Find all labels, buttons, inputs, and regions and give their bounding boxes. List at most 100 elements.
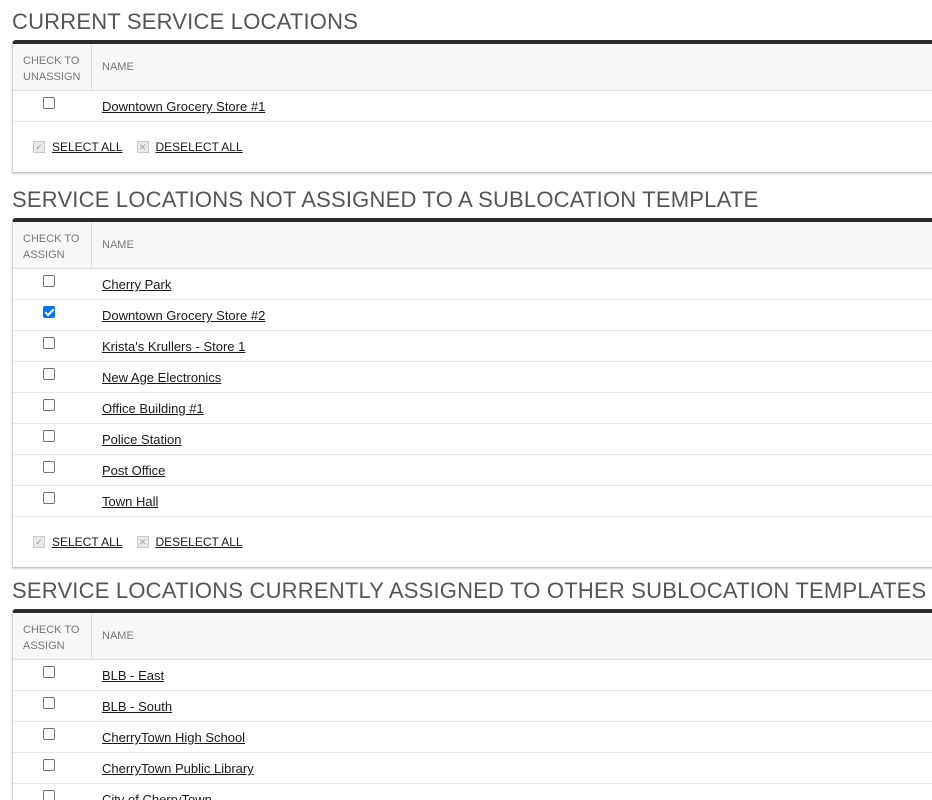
checkmark-icon: ✓ xyxy=(33,536,45,548)
table-row: Post Office xyxy=(13,455,932,486)
section-title-not-assigned: SERVICE LOCATIONS NOT ASSIGNED TO A SUBL… xyxy=(12,187,759,212)
table-footer: ✓ SELECT ALL ✕ DESELECT ALL xyxy=(13,517,932,567)
section-title-current: CURRENT SERVICE LOCATIONS xyxy=(12,9,359,34)
row-checkbox[interactable] xyxy=(43,666,55,678)
location-link[interactable]: Cherry Park xyxy=(102,277,171,292)
row-checkbox[interactable] xyxy=(43,368,55,380)
table-row: Office Building #1 xyxy=(13,393,932,424)
deselect-all-label: DESELECT ALL xyxy=(155,535,243,549)
location-link[interactable]: Downtown Grocery Store #2 xyxy=(102,308,265,323)
check-cell xyxy=(13,486,92,516)
table-footer: ✓ SELECT ALL ✕ DESELECT ALL xyxy=(13,122,932,172)
check-cell xyxy=(13,455,92,485)
row-checkbox[interactable] xyxy=(43,306,55,318)
check-cell xyxy=(13,331,92,361)
name-cell: CherryTown High School xyxy=(92,722,245,752)
row-checkbox[interactable] xyxy=(43,759,55,771)
column-header-check: CHECK TO ASSIGN xyxy=(13,222,92,268)
select-all-label: SELECT ALL xyxy=(52,535,123,549)
location-link[interactable]: Town Hall xyxy=(102,494,158,509)
check-cell xyxy=(13,753,92,783)
panel-current-locations: CHECK TO UNASSIGN NAME Downtown Grocery … xyxy=(12,40,932,173)
location-link[interactable]: Downtown Grocery Store #1 xyxy=(102,99,265,114)
table-body: Downtown Grocery Store #1 xyxy=(13,91,932,122)
x-icon: ✕ xyxy=(136,536,149,548)
row-checkbox[interactable] xyxy=(43,728,55,740)
table-row: Town Hall xyxy=(13,486,932,517)
name-cell: Police Station xyxy=(92,424,182,454)
row-checkbox[interactable] xyxy=(43,399,55,411)
table-row: CherryTown Public Library xyxy=(13,753,932,784)
table-header: CHECK TO ASSIGN NAME xyxy=(13,222,932,269)
row-checkbox[interactable] xyxy=(43,97,55,109)
table-body: Cherry Park Downtown Grocery Store #2 Kris… xyxy=(13,269,932,517)
check-cell xyxy=(13,784,92,800)
check-cell xyxy=(13,722,92,752)
location-link[interactable]: Police Station xyxy=(102,432,182,447)
name-cell: CherryTown Public Library xyxy=(92,753,254,783)
column-header-check: CHECK TO ASSIGN xyxy=(13,613,92,659)
column-header-name: NAME xyxy=(102,630,134,642)
table-body: BLB - East BLB - South CherryTown High Sch… xyxy=(13,660,932,800)
table-row: BLB - East xyxy=(13,660,932,691)
name-cell: BLB - East xyxy=(92,660,164,690)
row-checkbox[interactable] xyxy=(43,492,55,504)
location-link[interactable]: Post Office xyxy=(102,463,165,478)
table-row: BLB - South xyxy=(13,691,932,722)
name-cell: City of CherryTown xyxy=(92,784,212,800)
name-cell: Town Hall xyxy=(92,486,158,516)
name-cell: Post Office xyxy=(92,455,165,485)
location-link[interactable]: CherryTown Public Library xyxy=(102,761,254,776)
name-cell: Downtown Grocery Store #2 xyxy=(92,300,265,330)
section-title-other-templates: SERVICE LOCATIONS CURRENTLY ASSIGNED TO … xyxy=(12,578,927,603)
panel-other-template-locations: CHECK TO ASSIGN NAME BLB - East BLB - Sou… xyxy=(12,609,932,800)
table-header: CHECK TO ASSIGN NAME xyxy=(13,613,932,660)
name-cell: New Age Electronics xyxy=(92,362,221,392)
location-link[interactable]: City of CherryTown xyxy=(102,792,212,800)
select-all-button[interactable]: ✓ SELECT ALL xyxy=(33,535,123,549)
check-cell xyxy=(13,91,92,121)
row-checkbox[interactable] xyxy=(43,790,55,800)
location-link[interactable]: New Age Electronics xyxy=(102,370,221,385)
deselect-all-button[interactable]: ✕ DESELECT ALL xyxy=(136,140,243,154)
deselect-all-button[interactable]: ✕ DESELECT ALL xyxy=(136,535,243,549)
check-cell xyxy=(13,660,92,690)
location-link[interactable]: BLB - South xyxy=(102,699,172,714)
location-link[interactable]: CherryTown High School xyxy=(102,730,245,745)
column-header-name: NAME xyxy=(102,239,134,251)
select-all-label: SELECT ALL xyxy=(52,140,123,154)
table-row: Downtown Grocery Store #2 xyxy=(13,300,932,331)
location-link[interactable]: Krista's Krullers - Store 1 xyxy=(102,339,245,354)
check-cell xyxy=(13,424,92,454)
row-checkbox[interactable] xyxy=(43,430,55,442)
table-row: City of CherryTown xyxy=(13,784,932,800)
name-cell: Downtown Grocery Store #1 xyxy=(92,91,265,121)
select-all-button[interactable]: ✓ SELECT ALL xyxy=(33,140,123,154)
name-cell: Office Building #1 xyxy=(92,393,204,423)
location-link[interactable]: Office Building #1 xyxy=(102,401,204,416)
check-cell xyxy=(13,300,92,330)
table-row: Cherry Park xyxy=(13,269,932,300)
column-header-name: NAME xyxy=(102,61,134,73)
table-row: Krista's Krullers - Store 1 xyxy=(13,331,932,362)
panel-not-assigned-locations: CHECK TO ASSIGN NAME Cherry Park Downtown… xyxy=(12,218,932,568)
name-cell: Cherry Park xyxy=(92,269,171,299)
table-row: Police Station xyxy=(13,424,932,455)
table-row: Downtown Grocery Store #1 xyxy=(13,91,932,122)
x-icon: ✕ xyxy=(136,141,149,153)
location-link[interactable]: BLB - East xyxy=(102,668,164,683)
name-cell: BLB - South xyxy=(92,691,172,721)
row-checkbox[interactable] xyxy=(43,337,55,349)
column-header-check: CHECK TO UNASSIGN xyxy=(13,44,92,90)
check-cell xyxy=(13,269,92,299)
table-row: New Age Electronics xyxy=(13,362,932,393)
check-cell xyxy=(13,393,92,423)
check-cell xyxy=(13,362,92,392)
name-cell: Krista's Krullers - Store 1 xyxy=(92,331,245,361)
row-checkbox[interactable] xyxy=(43,461,55,473)
deselect-all-label: DESELECT ALL xyxy=(155,140,243,154)
table-header: CHECK TO UNASSIGN NAME xyxy=(13,44,932,91)
page: CURRENT SERVICE LOCATIONS CHECK TO UNASS… xyxy=(0,0,932,800)
row-checkbox[interactable] xyxy=(43,697,55,709)
row-checkbox[interactable] xyxy=(43,275,55,287)
